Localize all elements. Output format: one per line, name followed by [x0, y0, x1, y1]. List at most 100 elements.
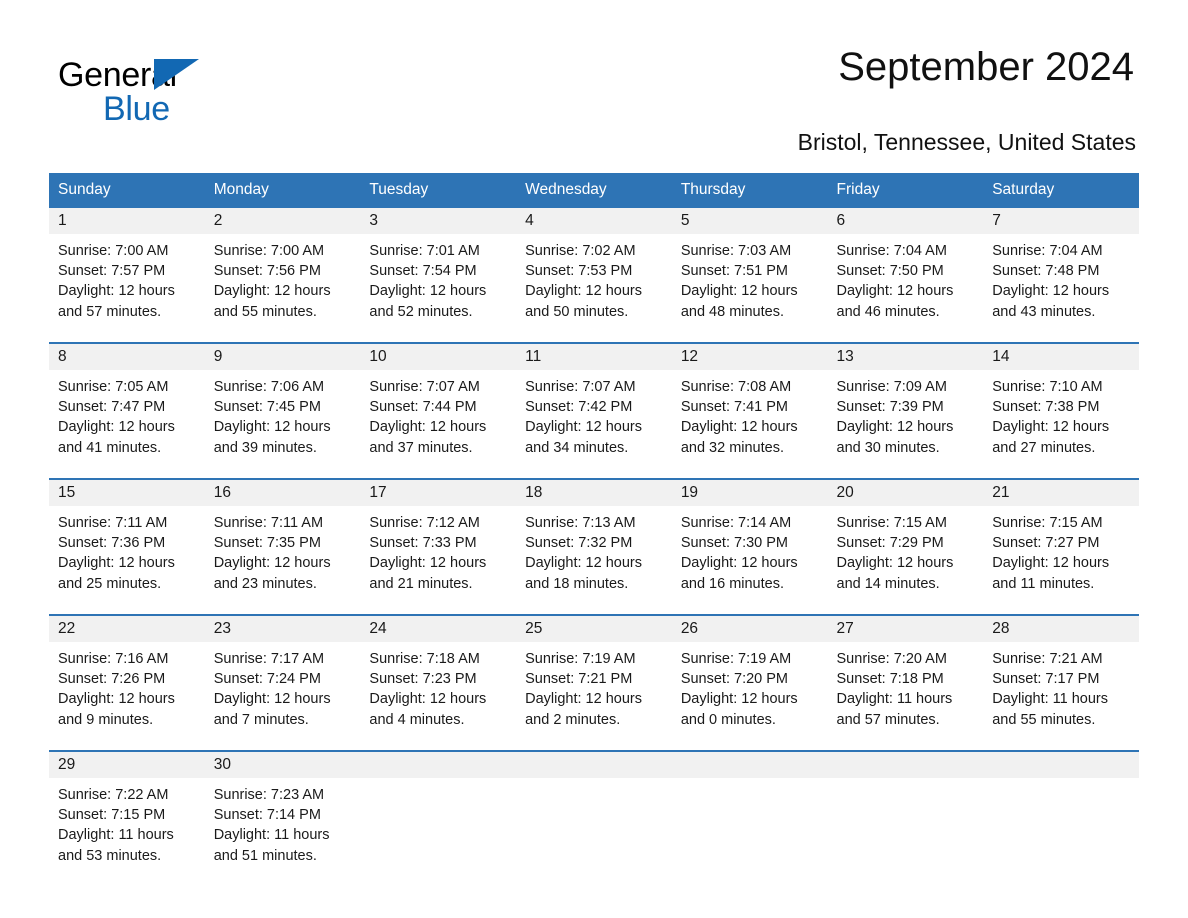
calendar-day-cell[interactable]: 17 Sunrise: 7:12 AM Sunset: 7:33 PM Dayligh… [360, 478, 517, 615]
day-number: 28 [983, 616, 1139, 642]
sunset-text: Sunset: 7:21 PM [525, 671, 633, 688]
weekday-header-monday: Monday [204, 173, 361, 208]
day-sun-info: Sunrise: 7:08 AM Sunset: 7:41 PM Daylight:… [672, 370, 828, 458]
calendar-day-cell[interactable]: 8 Sunrise: 7:05 AM Sunset: 7:47 PM Daylight… [49, 342, 205, 479]
calendar-day-cell[interactable]: 23 Sunrise: 7:17 AM Sunset: 7:24 PM Dayligh… [204, 614, 361, 751]
day-cell-inner [516, 752, 672, 886]
calendar-day-cell[interactable]: 2 Sunrise: 7:00 AM Sunset: 7:56 PM Daylight… [204, 208, 361, 343]
day-sun-info: Sunrise: 7:04 AM Sunset: 7:50 PM Daylight:… [828, 234, 984, 322]
calendar-day-cell[interactable]: 21 Sunrise: 7:15 AM Sunset: 7:27 PM Dayligh… [983, 478, 1139, 615]
day-number: 8 [49, 344, 205, 370]
calendar-day-cell[interactable]: 29 Sunrise: 7:22 AM Sunset: 7:15 PM Dayligh… [49, 750, 205, 886]
daylight-text: Daylight: 12 hours and 27 minutes. [992, 419, 1110, 456]
sunset-text: Sunset: 7:14 PM [213, 807, 321, 824]
day-cell-inner: 19 Sunrise: 7:14 AM Sunset: 7:30 PM Dayligh… [671, 480, 828, 614]
sunrise-text: Sunrise: 7:14 AM [680, 515, 792, 531]
sunset-text: Sunset: 7:45 PM [213, 399, 321, 416]
weekday-header-wednesday: Wednesday [516, 173, 672, 208]
day-cell-inner: 29 Sunrise: 7:22 AM Sunset: 7:15 PM Dayligh… [49, 752, 205, 886]
daylight-text: Daylight: 12 hours and 2 minutes. [525, 691, 642, 728]
day-sun-info: Sunrise: 7:02 AM Sunset: 7:53 PM Daylight:… [516, 234, 672, 322]
day-number: 6 [827, 208, 984, 234]
calendar-day-cell[interactable]: 11 Sunrise: 7:07 AM Sunset: 7:42 PM Dayligh… [516, 342, 672, 479]
sunset-text: Sunset: 7:50 PM [836, 263, 944, 280]
calendar-day-cell[interactable]: 26 Sunrise: 7:19 AM Sunset: 7:20 PM Dayligh… [671, 614, 828, 751]
day-cell-inner: 3 Sunrise: 7:01 AM Sunset: 7:54 PM Daylight… [360, 208, 517, 342]
sunrise-text: Sunrise: 7:21 AM [992, 651, 1103, 667]
day-sun-info: Sunrise: 7:04 AM Sunset: 7:48 PM Daylight:… [983, 234, 1139, 322]
weekday-header-saturday: Saturday [983, 173, 1139, 208]
day-cell-inner: 18 Sunrise: 7:13 AM Sunset: 7:32 PM Dayligh… [516, 480, 672, 614]
daylight-text: Daylight: 12 hours and 39 minutes. [213, 419, 331, 456]
day-sun-info: Sunrise: 7:19 AM Sunset: 7:20 PM Daylight:… [672, 642, 828, 730]
calendar-day-cell[interactable]: 25 Sunrise: 7:19 AM Sunset: 7:21 PM Dayligh… [516, 614, 672, 751]
day-number: 26 [671, 616, 828, 642]
calendar-header-row: Sunday Monday Tuesday Wednesday Thursday… [49, 173, 1139, 208]
calendar-day-cell[interactable]: 6 Sunrise: 7:04 AM Sunset: 7:50 PM Daylight… [827, 208, 984, 343]
calendar-day-cell[interactable]: 28 Sunrise: 7:21 AM Sunset: 7:17 PM Dayligh… [983, 614, 1139, 751]
calendar-day-cell[interactable]: 7 Sunrise: 7:04 AM Sunset: 7:48 PM Daylight… [983, 208, 1139, 343]
calendar-day-cell[interactable]: 16 Sunrise: 7:11 AM Sunset: 7:35 PM Dayligh… [204, 478, 361, 615]
day-sun-info: Sunrise: 7:03 AM Sunset: 7:51 PM Daylight:… [672, 234, 828, 322]
calendar-day-cell[interactable]: 27 Sunrise: 7:20 AM Sunset: 7:18 PM Dayligh… [827, 614, 984, 751]
calendar-day-cell[interactable]: 15 Sunrise: 7:11 AM Sunset: 7:36 PM Dayligh… [49, 478, 205, 615]
general-blue-logo: General Blue [58, 44, 258, 126]
sunrise-text: Sunrise: 7:17 AM [213, 651, 325, 667]
page-header: General Blue September 2024 [0, 0, 1188, 126]
sunrise-text: Sunrise: 7:19 AM [525, 651, 636, 667]
calendar-day-cell[interactable]: 22 Sunrise: 7:16 AM Sunset: 7:26 PM Dayligh… [49, 614, 205, 751]
sunset-text: Sunset: 7:36 PM [58, 535, 166, 552]
day-number: 15 [49, 480, 205, 506]
calendar-day-cell[interactable]: 1 Sunrise: 7:00 AM Sunset: 7:57 PM Daylight… [49, 208, 205, 343]
sunset-text: Sunset: 7:30 PM [680, 535, 789, 552]
daylight-text: Daylight: 12 hours and 50 minutes. [525, 283, 642, 320]
daylight-text: Daylight: 12 hours and 4 minutes. [369, 691, 487, 728]
day-sun-info: Sunrise: 7:13 AM Sunset: 7:32 PM Daylight:… [516, 506, 672, 594]
day-number: 4 [516, 208, 672, 234]
day-sun-info: Sunrise: 7:09 AM Sunset: 7:39 PM Daylight:… [828, 370, 984, 458]
daylight-text: Daylight: 12 hours and 9 minutes. [58, 691, 175, 728]
calendar-day-cell[interactable]: 18 Sunrise: 7:13 AM Sunset: 7:32 PM Dayligh… [516, 478, 672, 615]
calendar-day-cell[interactable]: 20 Sunrise: 7:15 AM Sunset: 7:29 PM Dayligh… [827, 478, 984, 615]
calendar-day-cell[interactable]: 9 Sunrise: 7:06 AM Sunset: 7:45 PM Daylight… [204, 342, 361, 479]
day-cell-inner: 20 Sunrise: 7:15 AM Sunset: 7:29 PM Dayligh… [827, 480, 984, 614]
calendar-day-cell[interactable]: 3 Sunrise: 7:01 AM Sunset: 7:54 PM Daylight… [360, 208, 517, 343]
calendar-day-cell[interactable]: 13 Sunrise: 7:09 AM Sunset: 7:39 PM Dayligh… [827, 342, 984, 479]
day-sun-info: Sunrise: 7:07 AM Sunset: 7:44 PM Daylight:… [360, 370, 516, 458]
day-number: 21 [983, 480, 1139, 506]
daylight-text: Daylight: 12 hours and 21 minutes. [369, 555, 487, 592]
sunrise-text: Sunrise: 7:07 AM [369, 379, 480, 395]
sunset-text: Sunset: 7:29 PM [836, 535, 944, 552]
calendar-day-cell[interactable]: 19 Sunrise: 7:14 AM Sunset: 7:30 PM Dayligh… [671, 478, 828, 615]
sunset-text: Sunset: 7:15 PM [58, 807, 166, 824]
sunrise-text: Sunrise: 7:12 AM [369, 515, 480, 531]
page-title: September 2024 [838, 45, 1134, 89]
daylight-text: Daylight: 12 hours and 30 minutes. [836, 419, 954, 456]
calendar-day-cell[interactable]: 24 Sunrise: 7:18 AM Sunset: 7:23 PM Dayligh… [360, 614, 517, 751]
sunrise-text: Sunrise: 7:15 AM [836, 515, 947, 531]
calendar-day-cell[interactable]: 4 Sunrise: 7:02 AM Sunset: 7:53 PM Daylight… [516, 208, 672, 343]
daylight-text: Daylight: 11 hours and 55 minutes. [992, 691, 1109, 728]
calendar-day-cell [516, 750, 672, 886]
calendar-day-cell[interactable]: 14 Sunrise: 7:10 AM Sunset: 7:38 PM Dayligh… [983, 342, 1139, 479]
calendar-day-cell[interactable]: 10 Sunrise: 7:07 AM Sunset: 7:44 PM Dayligh… [360, 342, 517, 479]
sunrise-text: Sunrise: 7:22 AM [58, 787, 169, 803]
day-number: 9 [204, 344, 361, 370]
day-number: 16 [204, 480, 361, 506]
calendar-day-cell[interactable]: 5 Sunrise: 7:03 AM Sunset: 7:51 PM Daylight… [671, 208, 828, 343]
day-sun-info: Sunrise: 7:06 AM Sunset: 7:45 PM Daylight:… [205, 370, 361, 458]
day-sun-info: Sunrise: 7:05 AM Sunset: 7:47 PM Daylight:… [49, 370, 205, 458]
daylight-text: Daylight: 12 hours and 55 minutes. [213, 283, 331, 320]
day-sun-info: Sunrise: 7:15 AM Sunset: 7:27 PM Daylight:… [983, 506, 1139, 594]
calendar-day-cell[interactable]: 12 Sunrise: 7:08 AM Sunset: 7:41 PM Dayligh… [671, 342, 828, 479]
day-cell-inner: 21 Sunrise: 7:15 AM Sunset: 7:27 PM Dayligh… [983, 480, 1139, 614]
day-sun-info: Sunrise: 7:11 AM Sunset: 7:35 PM Daylight:… [205, 506, 361, 594]
sunset-text: Sunset: 7:24 PM [213, 671, 321, 688]
day-cell-inner: 9 Sunrise: 7:06 AM Sunset: 7:45 PM Daylight… [204, 344, 361, 478]
daylight-text: Daylight: 12 hours and 32 minutes. [680, 419, 798, 456]
sunset-text: Sunset: 7:57 PM [58, 263, 166, 280]
sunset-text: Sunset: 7:17 PM [992, 671, 1100, 688]
weekday-header-tuesday: Tuesday [360, 173, 517, 208]
sunrise-text: Sunrise: 7:09 AM [836, 379, 947, 395]
calendar-day-cell[interactable]: 30 Sunrise: 7:23 AM Sunset: 7:14 PM Dayligh… [204, 750, 361, 886]
